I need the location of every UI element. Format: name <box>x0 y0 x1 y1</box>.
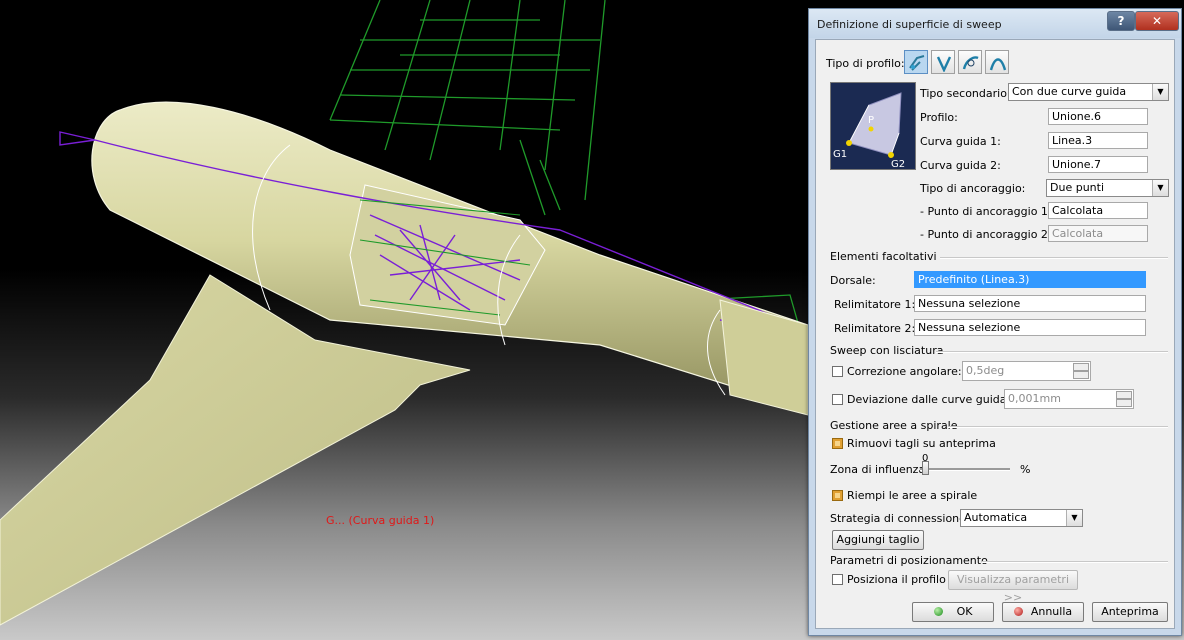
preview-g1-label: G1 <box>833 149 847 160</box>
guida2-field[interactable]: Unione.7 <box>1048 156 1148 173</box>
influence-slider-thumb[interactable] <box>922 461 929 475</box>
linear-profile-icon[interactable] <box>931 50 955 74</box>
explicit-profile-icon[interactable] <box>904 50 928 74</box>
fuselage-cutout <box>349 184 546 326</box>
subtype-value: Con due curve guida <box>1012 85 1127 98</box>
guida1-field[interactable]: Linea.3 <box>1048 132 1148 149</box>
connection-combo[interactable]: Automatica ▼ <box>960 509 1083 527</box>
angular-spinner[interactable]: 0,5deg <box>962 361 1091 381</box>
dorsale-field[interactable]: Predefinito (Linea.3) <box>914 271 1146 288</box>
divider <box>940 257 1168 259</box>
tail-surface <box>719 299 809 416</box>
ok-icon <box>933 607 943 616</box>
help-button[interactable]: ? <box>1107 11 1135 31</box>
positioning-section-title: Parametri di posizionamento <box>830 554 988 567</box>
relim1-label: Relimitatore 1: <box>834 298 916 311</box>
ok-label: OK <box>956 605 973 618</box>
angular-correction-checkbox[interactable] <box>832 366 843 377</box>
remove-cuts-checkbox[interactable] <box>832 438 843 449</box>
dialog-panel: Tipo di profilo: G1 P G2 Tipo secondario… <box>815 39 1175 629</box>
angular-label: Correzione angolare: <box>847 365 962 378</box>
relim2-field[interactable]: Nessuna selezione <box>914 319 1146 336</box>
profile-preview-image: G1 P G2 <box>830 82 916 170</box>
add-cut-button[interactable]: Aggiungi taglio <box>832 530 924 550</box>
profile-type-toolbar <box>904 50 1014 76</box>
influence-label: Zona di influenza <box>830 463 926 476</box>
influence-slider-track[interactable] <box>920 468 1010 471</box>
show-params-button[interactable]: Visualizza parametri >> <box>948 570 1078 604</box>
spin-up-icon[interactable] <box>1116 391 1132 399</box>
chevron-down-icon: ▼ <box>1152 180 1168 196</box>
punto1-field[interactable]: Calcolata <box>1048 202 1148 219</box>
ancoraggio-combo[interactable]: Due punti ▼ <box>1046 179 1169 197</box>
dialog-titlebar[interactable]: Definizione di superficie di sweep ? ✕ <box>809 9 1181 38</box>
close-button[interactable]: ✕ <box>1135 11 1179 31</box>
preview-g2-label: G2 <box>891 159 905 169</box>
deviation-spinner[interactable]: 0,001mm <box>1004 389 1134 409</box>
spin-down-icon[interactable] <box>1116 399 1132 407</box>
preview-p-label: P <box>868 115 874 126</box>
cancel-label: Annulla <box>1030 605 1073 618</box>
twist-section-title: Gestione aree a spirale <box>830 419 958 432</box>
preview-button[interactable]: Anteprima <box>1092 602 1168 622</box>
profile-type-label: Tipo di profilo: <box>826 57 905 70</box>
angular-value: 0,5deg <box>966 364 1005 377</box>
punto2-field[interactable]: Calcolata <box>1048 225 1148 242</box>
circle-profile-icon[interactable] <box>958 50 982 74</box>
profilo-label: Profilo: <box>920 111 958 124</box>
optional-section-title: Elementi facoltativi <box>830 250 937 263</box>
deviation-label: Deviazione dalle curve guida: <box>847 393 1011 406</box>
spin-up-icon[interactable] <box>1073 363 1089 371</box>
divider <box>936 351 1168 353</box>
subtype-label: Tipo secondario: <box>920 87 1011 100</box>
deviation-value: 0,001mm <box>1008 392 1061 405</box>
dialog-title: Definizione di superficie di sweep <box>817 18 1002 31</box>
fill-twist-label: Riempi le aree a spirale <box>847 489 978 502</box>
sweep-surface-dialog: Definizione di superficie di sweep ? ✕ T… <box>808 8 1182 636</box>
divider <box>948 426 1168 428</box>
dorsale-label: Dorsale: <box>830 274 876 287</box>
ancoraggio-label: Tipo di ancoraggio: <box>920 182 1026 195</box>
guida1-label: Curva guida 1: <box>920 135 1001 148</box>
chevron-down-icon: ▼ <box>1066 510 1082 526</box>
ok-button[interactable]: OK <box>912 602 994 622</box>
profilo-field[interactable]: Unione.6 <box>1048 108 1148 125</box>
subtype-combo[interactable]: Con due curve guida ▼ <box>1008 83 1169 101</box>
connection-label: Strategia di connessione: <box>830 512 970 525</box>
deviation-checkbox[interactable] <box>832 394 843 405</box>
smoothing-section-title: Sweep con lisciatura <box>830 344 944 357</box>
position-profile-label: Posiziona il profilo <box>847 573 946 586</box>
position-profile-checkbox[interactable] <box>832 574 843 585</box>
relim1-field[interactable]: Nessuna selezione <box>914 295 1146 312</box>
chevron-down-icon: ▼ <box>1152 84 1168 100</box>
connection-value: Automatica <box>964 511 1028 524</box>
spin-down-icon[interactable] <box>1073 371 1089 379</box>
guide-curve-annotation: G... (Curva guida 1) <box>326 514 435 527</box>
wing-surface <box>0 274 471 626</box>
relim2-label: Relimitatore 2: <box>834 322 916 335</box>
ancoraggio-value: Due punti <box>1050 181 1105 194</box>
divider <box>982 561 1168 563</box>
influence-unit: % <box>1020 463 1031 476</box>
punto1-label: - Punto di ancoraggio 1: <box>920 205 1052 218</box>
conic-profile-icon[interactable] <box>985 50 1009 74</box>
remove-cuts-label: Rimuovi tagli su anteprima <box>847 437 996 450</box>
cancel-icon <box>1013 607 1023 616</box>
punto2-label: - Punto di ancoraggio 2: <box>920 228 1052 241</box>
fill-twist-checkbox[interactable] <box>832 490 843 501</box>
cancel-button[interactable]: Annulla <box>1002 602 1084 622</box>
guida2-label: Curva guida 2: <box>920 159 1001 172</box>
